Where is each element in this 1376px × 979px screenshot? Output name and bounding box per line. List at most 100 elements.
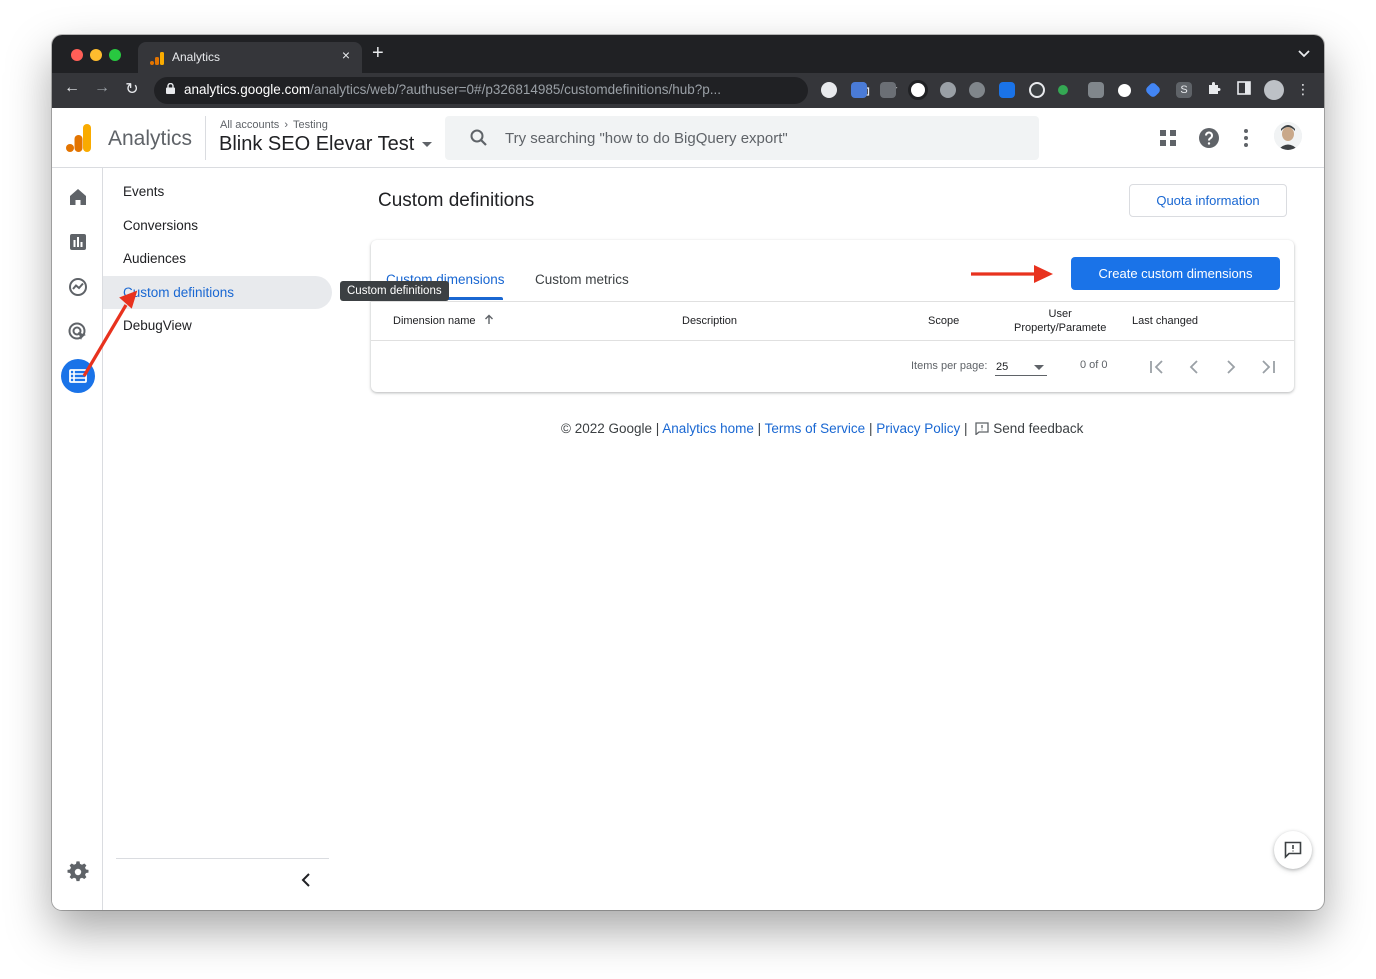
quota-information-button[interactable]: Quota information — [1129, 184, 1287, 217]
primary-nav-rail — [52, 168, 103, 910]
extension-code-icon[interactable] — [880, 82, 896, 98]
maximize-window-button[interactable] — [109, 49, 121, 61]
advertising-icon[interactable] — [67, 321, 89, 343]
apps-grid-icon[interactable] — [1156, 126, 1180, 150]
extension-s-icon[interactable]: S — [1176, 82, 1192, 98]
extension-2-icon[interactable] — [851, 82, 867, 98]
column-label-dimension-name: Dimension name — [393, 315, 476, 327]
help-icon[interactable] — [1197, 126, 1221, 150]
screenshot-stage: Analytics × + ← → ↻ analytics.google.com… — [0, 0, 1376, 979]
product-name: Analytics — [108, 127, 193, 150]
account-avatar[interactable] — [1274, 122, 1302, 150]
pagination-range: 0 of 0 — [1080, 359, 1108, 371]
reload-button[interactable]: ↻ — [121, 79, 143, 99]
extension-clock-icon[interactable] — [1118, 84, 1131, 97]
back-button[interactable]: ← — [61, 79, 83, 97]
lock-icon — [166, 83, 175, 94]
items-per-page-label: Items per page: — [911, 360, 988, 372]
column-header-dimension-name[interactable]: Dimension name — [393, 314, 494, 327]
items-per-page-select[interactable]: 25 — [995, 358, 1047, 376]
forward-button[interactable]: → — [91, 79, 113, 97]
extension-search-icon[interactable] — [1029, 82, 1045, 98]
side-panel-icon[interactable] — [1235, 81, 1253, 98]
subnav-item-audiences[interactable]: Audiences — [123, 251, 186, 266]
tab-search-chevron-icon[interactable] — [1298, 47, 1310, 61]
footer-terms-link[interactable]: Terms of Service — [765, 421, 866, 436]
items-per-page-value: 25 — [996, 361, 1009, 373]
extension-green-dot-icon[interactable] — [1058, 85, 1068, 95]
extension-globe-icon[interactable] — [969, 82, 985, 98]
previous-page-icon[interactable] — [1184, 357, 1204, 377]
first-page-icon[interactable] — [1147, 357, 1167, 377]
minimize-window-button[interactable] — [90, 49, 102, 61]
new-tab-button[interactable]: + — [372, 43, 384, 63]
search-bar[interactable]: Try searching "how to do BigQuery export… — [445, 116, 1039, 160]
browser-tab[interactable]: Analytics × — [138, 42, 362, 73]
more-vert-icon[interactable] — [1234, 126, 1258, 150]
crumb-account: Testing — [292, 119, 328, 131]
chrome-menu-icon[interactable]: ⋮ — [1294, 81, 1312, 98]
extension-tag-icon[interactable] — [1144, 81, 1162, 99]
configure-list-icon — [69, 369, 87, 383]
column-header-description[interactable]: Description — [682, 315, 737, 327]
sort-arrow-up-icon — [484, 314, 493, 324]
column-label-user: User — [1048, 308, 1072, 320]
footer-analytics-home-link[interactable]: Analytics home — [662, 421, 754, 436]
property-selector[interactable]: Blink SEO Elevar Test — [219, 133, 433, 156]
footer-send-feedback[interactable]: Send feedback — [971, 421, 1083, 436]
browser-toolbar: ← → ↻ analytics.google.com/analytics/web… — [52, 73, 1324, 108]
footer-separator: | — [757, 421, 762, 436]
extension-ghost-icon[interactable] — [908, 80, 928, 100]
url-path: /analytics/web/?authuser=0#/p326814985/c… — [310, 82, 721, 97]
home-icon[interactable] — [67, 186, 89, 208]
subnav-divider — [116, 858, 329, 859]
extension-qr-icon[interactable] — [1088, 82, 1104, 98]
subnav-item-debugview[interactable]: DebugView — [123, 318, 192, 333]
ga-header: Analytics All accounts › Testing Blink SEO… — [52, 108, 1324, 168]
page-footer: © 2022 Google | Analytics home | Terms o… — [561, 421, 1083, 436]
profile-avatar[interactable] — [1264, 80, 1284, 100]
extensions-puzzle-icon[interactable] — [1205, 81, 1223, 98]
address-bar[interactable]: analytics.google.com/analytics/web/?auth… — [154, 77, 898, 104]
column-header-last-changed[interactable]: Last changed — [1132, 315, 1198, 327]
feedback-label: Send feedback — [993, 421, 1084, 436]
extension-shield-icon[interactable] — [999, 82, 1015, 98]
reports-icon[interactable] — [67, 231, 89, 253]
breadcrumb[interactable]: All accounts › Testing — [220, 119, 328, 131]
analytics-favicon-icon — [150, 52, 164, 65]
extension-1-icon[interactable] — [821, 82, 837, 98]
analytics-logo-icon[interactable] — [66, 124, 92, 152]
close-window-button[interactable] — [71, 49, 83, 61]
feedback-fab-button[interactable] — [1274, 831, 1312, 869]
chevron-right-icon: › — [284, 119, 288, 131]
tab-custom-metrics[interactable]: Custom metrics — [535, 272, 629, 287]
subnav-item-custom-definitions[interactable]: Custom definitions — [123, 285, 234, 300]
tab-close-icon[interactable]: × — [338, 47, 354, 63]
feedback-fab-icon — [1284, 841, 1302, 859]
footer-privacy-link[interactable]: Privacy Policy — [876, 421, 960, 436]
next-page-icon[interactable] — [1221, 357, 1241, 377]
definitions-card: Custom dimensions Custom metrics Create … — [371, 240, 1294, 392]
create-custom-dimensions-button[interactable]: Create custom dimensions — [1071, 257, 1280, 290]
caret-down-icon — [1034, 365, 1044, 370]
custom-definitions-tooltip: Custom definitions — [340, 281, 449, 301]
browser-window: Analytics × + ← → ↻ analytics.google.com… — [52, 35, 1324, 910]
configure-nav-button[interactable] — [61, 359, 95, 393]
explore-icon[interactable] — [67, 276, 89, 298]
configure-subnav: Events Conversions Audiences Custom defi… — [103, 168, 343, 910]
column-header-user-property[interactable]: User Property/Paramete — [1014, 307, 1106, 335]
settings-gear-icon[interactable] — [67, 861, 89, 883]
url-host: analytics.google.com — [184, 82, 311, 97]
collapse-nav-chevron-icon[interactable] — [301, 871, 311, 892]
footer-separator: | — [868, 421, 873, 436]
footer-copyright: © 2022 Google | — [561, 421, 660, 436]
page-title: Custom definitions — [378, 190, 535, 211]
extension-5-icon[interactable] — [940, 82, 956, 98]
url-text: analytics.google.com/analytics/web/?auth… — [184, 82, 721, 97]
subnav-item-events[interactable]: Events — [123, 184, 164, 199]
last-page-icon[interactable] — [1258, 357, 1278, 377]
table-header-divider — [371, 340, 1294, 341]
crumb-all-accounts: All accounts — [220, 119, 280, 131]
column-header-scope[interactable]: Scope — [928, 315, 959, 327]
subnav-item-conversions[interactable]: Conversions — [123, 218, 198, 233]
